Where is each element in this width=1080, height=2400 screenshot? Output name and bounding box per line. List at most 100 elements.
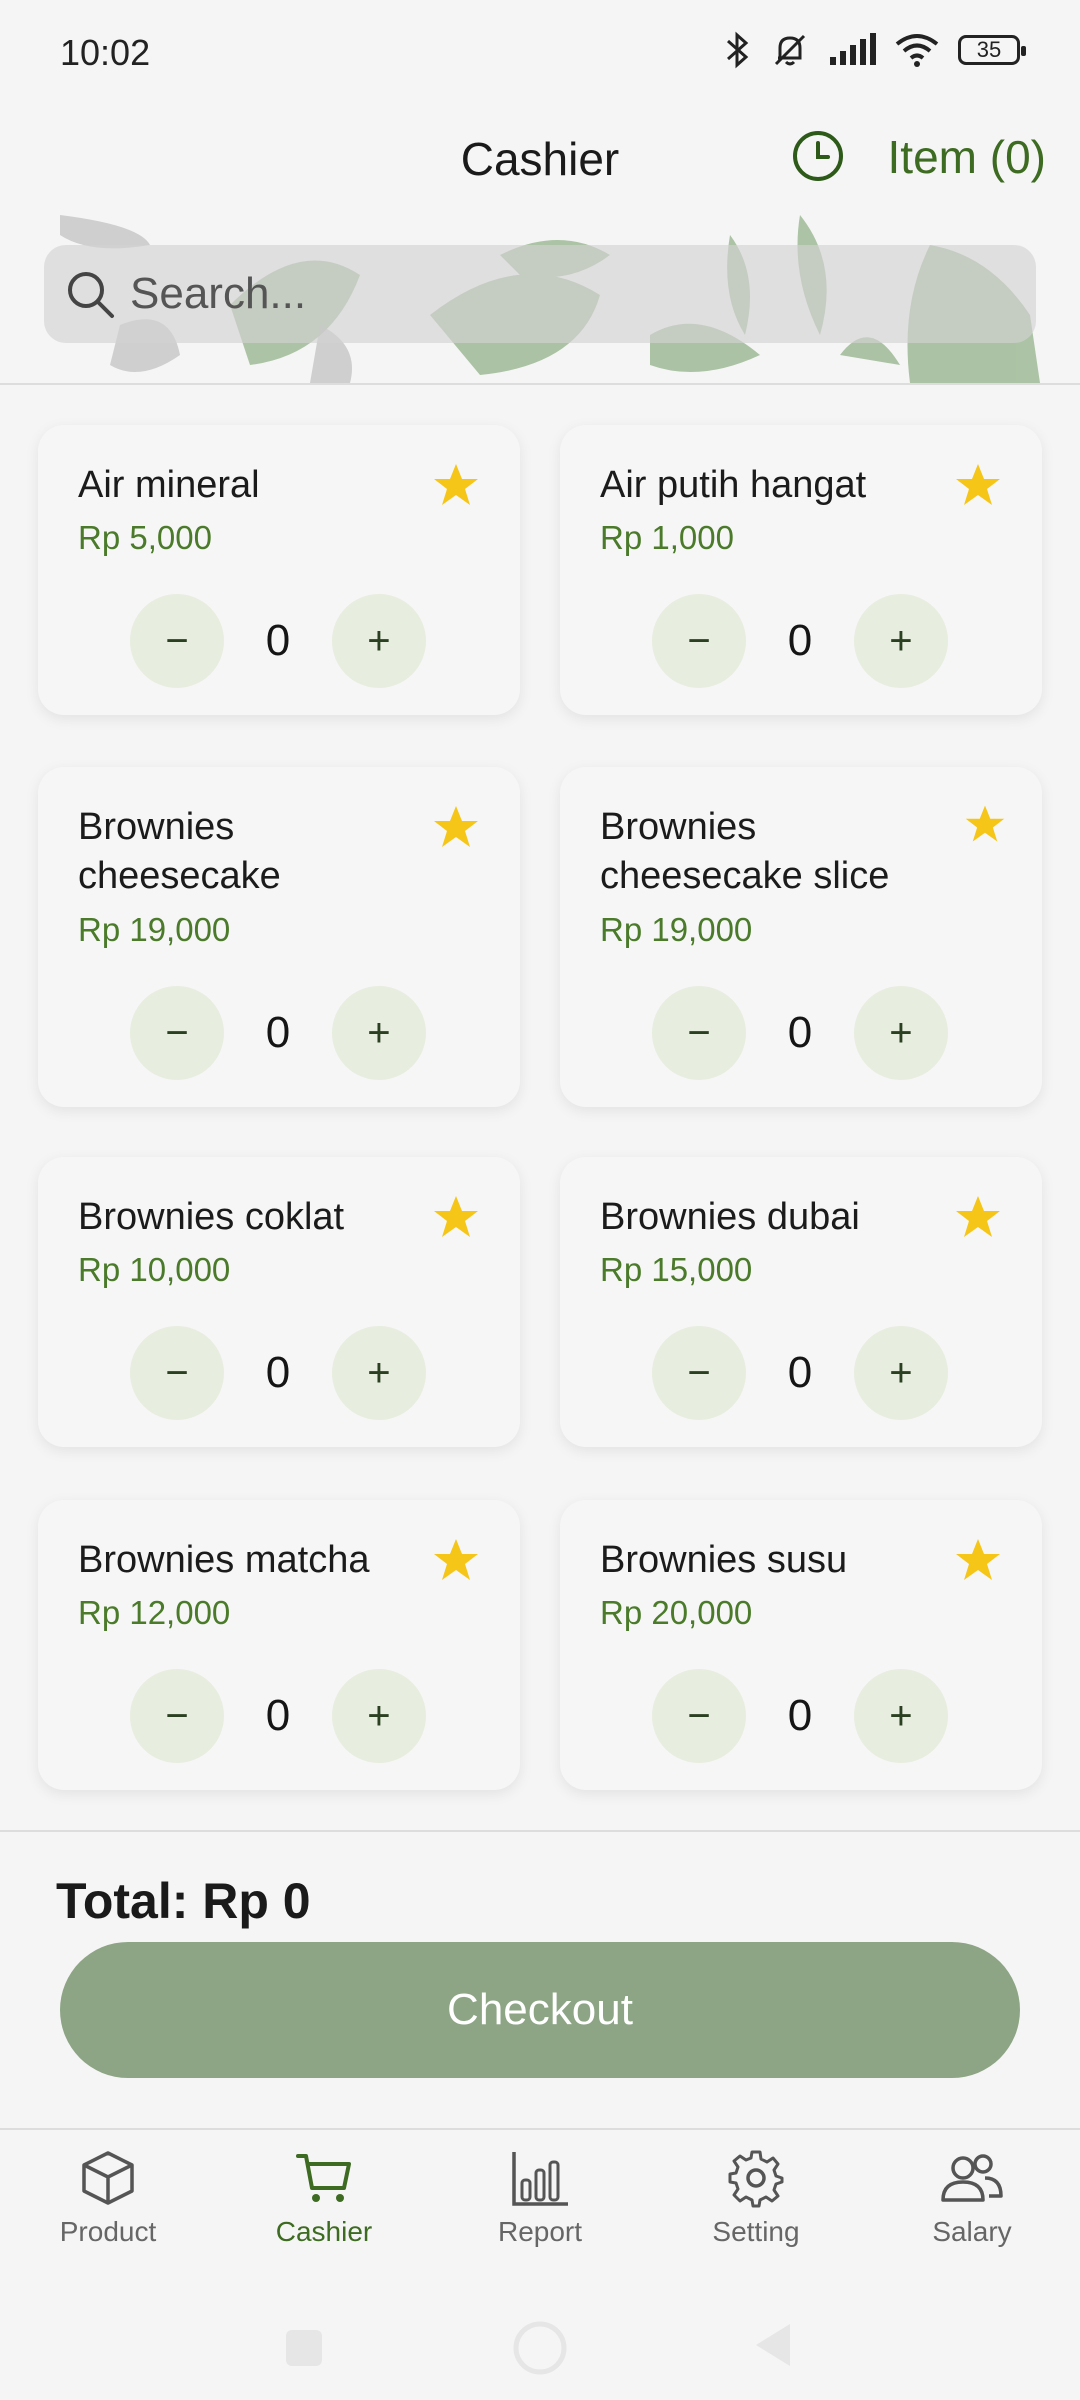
history-icon[interactable] — [790, 128, 846, 184]
quantity-value: 0 — [265, 1348, 291, 1397]
increment-button[interactable]: + — [853, 1326, 948, 1420]
status-time: 10:02 — [60, 32, 151, 73]
increment-button[interactable]: + — [853, 986, 948, 1080]
total-amount: Total: Rp 0 — [56, 1873, 311, 1929]
product-name: Brownies cheesecake slice — [600, 806, 890, 897]
nav-item-product[interactable]: Product — [0, 2148, 216, 2248]
cart-item-count[interactable]: Item (0) — [888, 130, 1046, 184]
product-price: Rp 19,000 — [78, 911, 231, 948]
quantity-stepper: − 0 + — [130, 985, 426, 1081]
increment-button[interactable]: + — [331, 1669, 426, 1763]
increment-button[interactable]: + — [331, 986, 426, 1080]
product-card[interactable]: Brownies coklat Rp 10,000 − 0 + — [38, 1157, 520, 1447]
quantity-stepper: − 0 + — [652, 1325, 948, 1421]
decrement-button[interactable]: − — [130, 594, 224, 688]
search-icon — [68, 272, 114, 318]
product-card[interactable]: Brownies dubai Rp 15,000 − 0 + — [560, 1157, 1042, 1447]
increment-button[interactable]: + — [331, 594, 426, 688]
product-name: Brownies coklat — [78, 1196, 345, 1238]
wifi-icon — [895, 34, 939, 67]
cart-icon — [296, 2154, 351, 2202]
quantity-value: 0 — [265, 1691, 291, 1740]
star-icon[interactable] — [432, 1536, 480, 1584]
quantity-value: 0 — [265, 616, 291, 665]
checkout-button[interactable]: Checkout — [60, 1942, 1020, 2078]
quantity-stepper: − 0 + — [652, 985, 948, 1081]
product-price: Rp 10,000 — [78, 1251, 231, 1288]
product-name: Brownies matcha — [78, 1539, 370, 1581]
decrement-button[interactable]: − — [652, 1669, 746, 1763]
quantity-value: 0 — [787, 1348, 813, 1397]
search-bar[interactable] — [44, 245, 1036, 343]
star-icon[interactable] — [954, 1536, 1002, 1584]
nav-label: Product — [59, 2216, 157, 2247]
quantity-stepper: − 0 + — [130, 593, 426, 689]
product-price: Rp 15,000 — [600, 1251, 753, 1288]
product-price: Rp 20,000 — [600, 1594, 753, 1631]
bottom-nav: Product Cashier Report Setting Salary — [0, 2128, 1080, 2290]
star-icon[interactable] — [964, 803, 1006, 845]
search-banner — [0, 215, 1080, 385]
bell-off-icon — [774, 34, 806, 66]
product-card[interactable]: Brownies susu Rp 20,000 − 0 + — [560, 1500, 1042, 1790]
checkout-panel: Total: Rp 0 Checkout — [0, 1830, 1080, 2132]
gear-icon — [728, 2150, 784, 2208]
nav-label: Cashier — [275, 2216, 373, 2247]
search-input[interactable] — [128, 268, 1012, 320]
star-icon[interactable] — [432, 461, 480, 509]
star-icon[interactable] — [432, 1193, 480, 1241]
quantity-stepper: − 0 + — [130, 1668, 426, 1764]
decrement-button[interactable]: − — [652, 1326, 746, 1420]
product-name: Brownies susu — [600, 1539, 848, 1581]
nav-label: Report — [497, 2216, 583, 2247]
nav-item-report[interactable]: Report — [432, 2148, 648, 2248]
product-price: Rp 5,000 — [78, 519, 212, 556]
product-card[interactable]: Air mineral Rp 5,000 − 0 + — [38, 425, 520, 715]
bar-chart-icon — [512, 2152, 568, 2206]
product-price: Rp 12,000 — [78, 1594, 231, 1631]
product-card[interactable]: Brownies matcha Rp 12,000 − 0 + — [38, 1500, 520, 1790]
signal-icon — [830, 33, 876, 65]
product-price: Rp 1,000 — [600, 519, 734, 556]
star-icon[interactable] — [954, 461, 1002, 509]
decrement-button[interactable]: − — [652, 594, 746, 688]
battery-indicator: 35 — [958, 35, 1026, 65]
quantity-stepper: − 0 + — [130, 1325, 426, 1421]
status-icons: 35 — [722, 30, 1026, 70]
product-name: Air putih hangat — [600, 464, 867, 506]
product-card[interactable]: Air putih hangat Rp 1,000 − 0 + — [560, 425, 1042, 715]
increment-button[interactable]: + — [331, 1326, 426, 1420]
product-name: Air mineral — [78, 464, 260, 506]
quantity-stepper: − 0 + — [652, 593, 948, 689]
product-name: Brownies dubai — [600, 1196, 860, 1238]
quantity-value: 0 — [265, 1008, 291, 1057]
nav-item-cashier[interactable]: Cashier — [216, 2148, 432, 2248]
decrement-button[interactable]: − — [130, 986, 224, 1080]
star-icon[interactable] — [954, 1193, 1002, 1241]
star-icon[interactable] — [432, 803, 480, 851]
nav-item-setting[interactable]: Setting — [648, 2148, 864, 2248]
product-name: Brownies cheesecake — [78, 806, 281, 897]
box-icon — [82, 2151, 134, 2205]
product-price: Rp 19,000 — [600, 911, 753, 948]
decrement-button[interactable]: − — [130, 1326, 224, 1420]
people-icon — [941, 2154, 1003, 2202]
recents-icon[interactable] — [282, 2326, 326, 2370]
quantity-stepper: − 0 + — [652, 1668, 948, 1764]
nav-label: Salary — [932, 2216, 1012, 2247]
bluetooth-icon — [727, 31, 749, 69]
product-card[interactable]: Brownies cheesecake slice Rp 19,000 − 0 … — [560, 767, 1042, 1107]
decrement-button[interactable]: − — [130, 1669, 224, 1763]
status-bar: 10:02 35 — [0, 0, 1080, 110]
increment-button[interactable]: + — [853, 594, 948, 688]
nav-item-salary[interactable]: Salary — [864, 2148, 1080, 2248]
quantity-value: 0 — [787, 616, 813, 665]
back-icon[interactable] — [750, 2320, 796, 2370]
nav-label: Setting — [712, 2216, 800, 2247]
home-icon[interactable] — [510, 2318, 570, 2378]
increment-button[interactable]: + — [853, 1669, 948, 1763]
product-card[interactable]: Brownies cheesecake Rp 19,000 − 0 + — [38, 767, 520, 1107]
app-header: Cashier Item (0) — [0, 110, 1080, 220]
quantity-value: 0 — [787, 1008, 813, 1057]
decrement-button[interactable]: − — [652, 986, 746, 1080]
